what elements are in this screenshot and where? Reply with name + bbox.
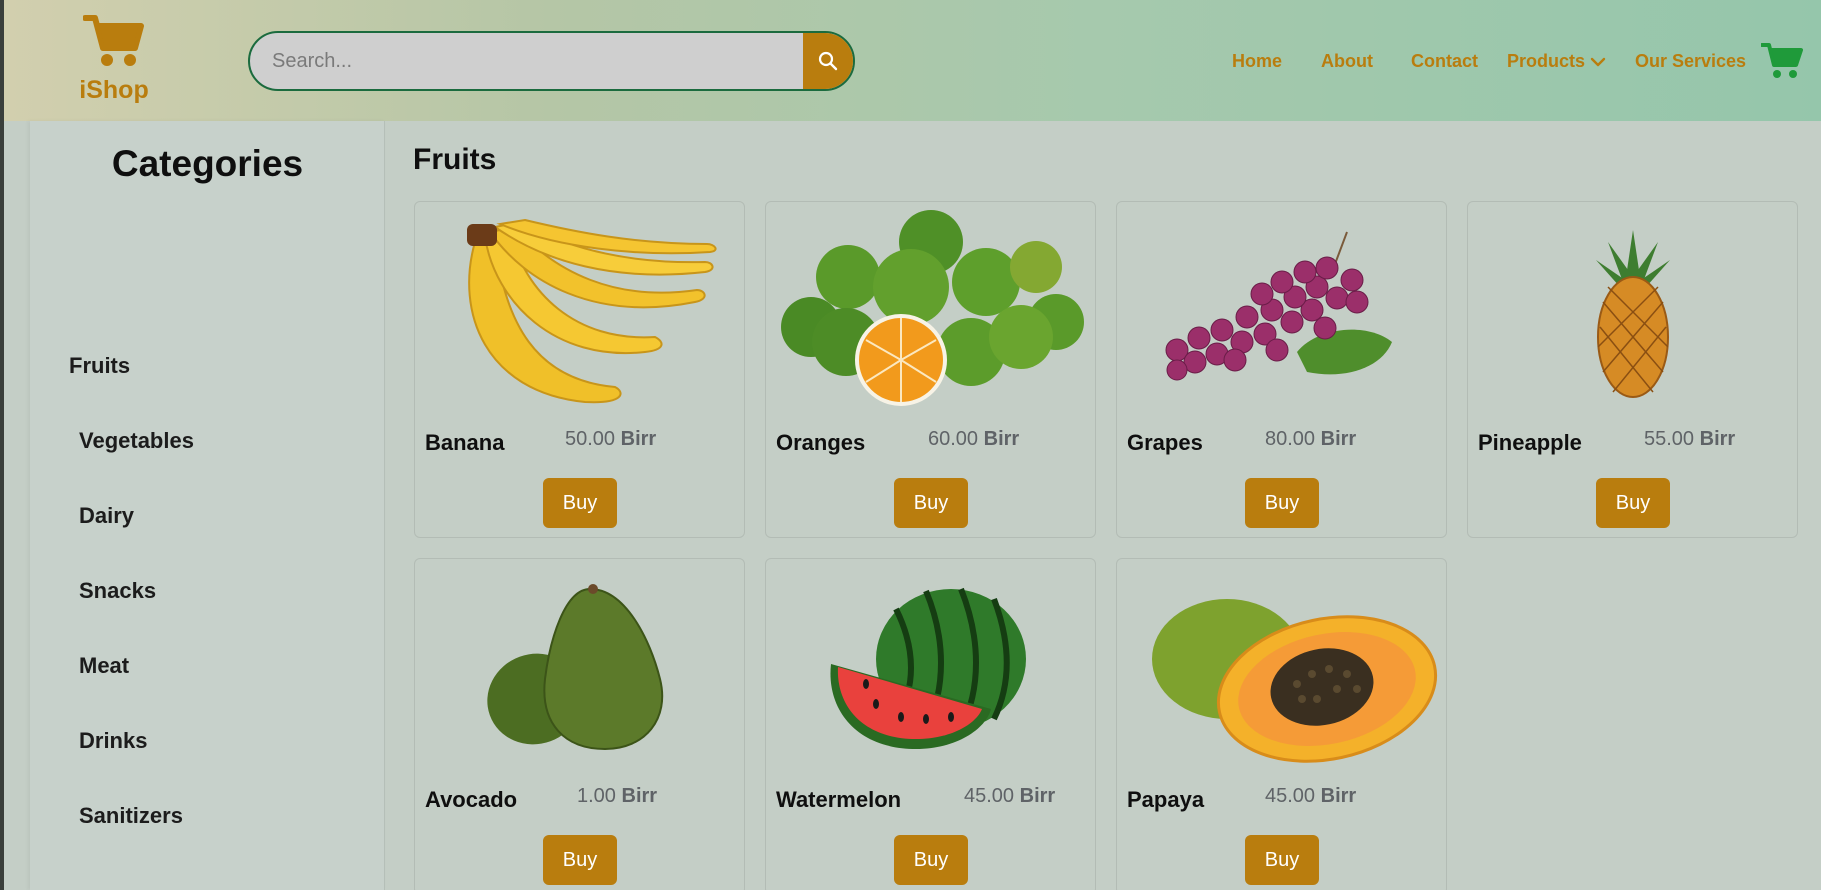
search-input[interactable] — [250, 33, 803, 89]
category-drinks[interactable]: Drinks — [79, 728, 147, 754]
watermelon-image — [830, 587, 1026, 749]
category-vegetables[interactable]: Vegetables — [79, 428, 194, 454]
window-edge — [0, 0, 4, 890]
pineapple-image — [1596, 230, 1670, 398]
category-fruits[interactable]: Fruits — [69, 353, 130, 379]
nav-about[interactable]: About — [1321, 51, 1373, 72]
product-price: 80.00 Birr — [1265, 428, 1357, 450]
banana-image — [467, 218, 717, 404]
nav-our-services[interactable]: Our Services — [1635, 51, 1746, 72]
product-price: 60.00 Birr — [928, 428, 1020, 450]
product-name: Avocado — [425, 787, 518, 812]
product-price: 1.00 Birr — [577, 785, 658, 807]
buy-button[interactable]: Buy — [894, 835, 968, 885]
cart-icon[interactable] — [1761, 42, 1803, 80]
product-name: Oranges — [776, 430, 866, 455]
buy-button[interactable]: Buy — [543, 835, 617, 885]
product-name: Papaya — [1127, 787, 1205, 812]
search-icon — [818, 51, 838, 71]
buy-button[interactable]: Buy — [1596, 478, 1670, 528]
buy-button[interactable]: Buy — [1245, 478, 1319, 528]
sidebar-title: Categories — [111, 143, 304, 184]
site-header: iShop Home About Contact Products Our Se… — [4, 0, 1821, 121]
chevron-down-icon — [1590, 57, 1606, 66]
nav-products[interactable]: Products — [1507, 51, 1607, 72]
category-meat[interactable]: Meat — [79, 653, 129, 679]
page-title: Fruits — [413, 143, 497, 176]
nav-products-label: Products — [1507, 51, 1586, 71]
product-card-watermelon: Watermelon 45.00 Birr Buy — [765, 558, 1096, 890]
buy-button[interactable]: Buy — [894, 478, 968, 528]
search-button[interactable] — [803, 33, 853, 89]
papaya-image — [1152, 599, 1438, 763]
product-price: 45.00 Birr — [964, 785, 1056, 807]
nav-contact[interactable]: Contact — [1411, 51, 1478, 72]
product-card-grapes: Grapes 80.00 Birr Buy — [1116, 201, 1447, 538]
product-price: 55.00 Birr — [1644, 428, 1736, 450]
brand-name: iShop — [79, 76, 149, 104]
product-card-papaya: Papaya 45.00 Birr Buy — [1116, 558, 1447, 890]
product-card-avocado: Avocado 1.00 Birr Buy — [414, 558, 745, 890]
oranges-image — [781, 210, 1084, 406]
product-price: 45.00 Birr — [1265, 785, 1357, 807]
category-dairy[interactable]: Dairy — [79, 503, 134, 529]
categories-sidebar: Categories Fruits Vegetables Dairy Snack… — [30, 121, 385, 890]
category-sanitizers[interactable]: Sanitizers — [79, 803, 183, 829]
category-snacks[interactable]: Snacks — [79, 578, 156, 604]
grapes-image — [1165, 231, 1392, 381]
buy-button[interactable]: Buy — [543, 478, 617, 528]
product-card-banana: Banana 50.00 Birr Buy — [414, 201, 745, 538]
product-name: Grapes — [1127, 430, 1203, 455]
logo[interactable]: iShop — [74, 14, 154, 106]
cart-icon — [83, 15, 144, 66]
product-card-oranges: Oranges 60.00 Birr Buy — [765, 201, 1096, 538]
product-card-pineapple: Pineapple 55.00 Birr Buy — [1467, 201, 1798, 538]
product-name: Banana — [425, 430, 505, 455]
product-name: Watermelon — [776, 787, 902, 812]
nav-home[interactable]: Home — [1232, 51, 1282, 72]
product-price: 50.00 Birr — [565, 428, 657, 450]
product-name: Pineapple — [1478, 430, 1582, 455]
buy-button[interactable]: Buy — [1245, 835, 1319, 885]
avocado-image — [487, 584, 664, 751]
search-bar — [248, 31, 855, 91]
